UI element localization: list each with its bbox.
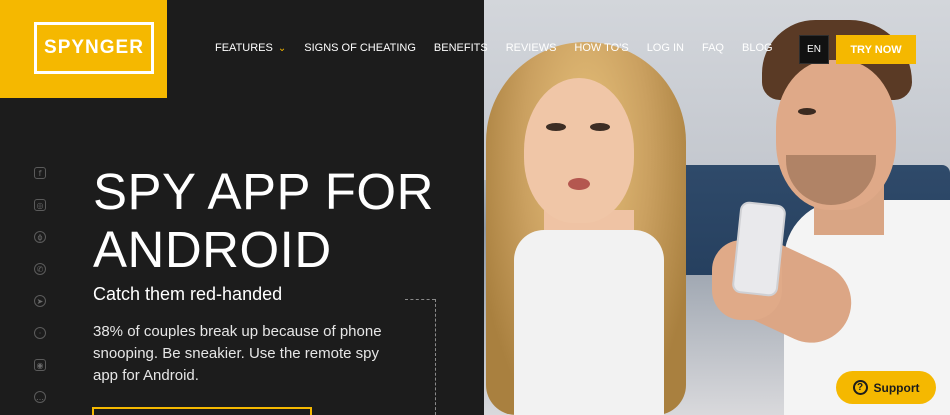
chevron-down-icon: ⌄ (277, 42, 287, 54)
woman-mouth (568, 178, 590, 190)
nav-how-tos[interactable]: HOW TO'S (574, 42, 628, 54)
woman-eye (590, 123, 610, 131)
woman-top (514, 230, 664, 415)
nav-signs-of-cheating[interactable]: SIGNS OF CHEATING (304, 42, 416, 54)
help-icon: ? (852, 380, 868, 395)
decorative-dashed-line (435, 299, 436, 415)
man-beard (786, 155, 876, 205)
cta-button[interactable] (92, 407, 312, 415)
nav-log-in[interactable]: LOG IN (647, 42, 684, 54)
smartphone (731, 200, 787, 298)
support-label: Support (873, 380, 920, 395)
woman-eye (546, 123, 566, 131)
man-face (776, 60, 896, 210)
telegram-icon[interactable]: ➤ (34, 295, 46, 307)
nav-faq[interactable]: FAQ (702, 42, 724, 54)
chat-icon[interactable]: · (34, 327, 46, 339)
support-button[interactable]: ? Support (836, 371, 936, 404)
nav-blog[interactable]: BLOG (742, 42, 773, 54)
tinder-icon[interactable]: ϕ (34, 231, 46, 243)
nav-reviews[interactable]: REVIEWS (506, 42, 557, 54)
man-eye (798, 108, 816, 115)
hero-title: SPY APP FOR ANDROID (93, 163, 434, 278)
hero-description: 38% of couples break up because of phone… (93, 323, 382, 384)
main-nav: FEATURES ⌄ SIGNS OF CHEATING BENEFITS RE… (215, 42, 791, 54)
instagram-icon[interactable]: ◎ (34, 199, 46, 211)
facebook-icon[interactable]: f (34, 167, 46, 179)
nav-features[interactable]: FEATURES ⌄ (215, 42, 286, 54)
language-selector[interactable]: EN (799, 35, 829, 64)
woman-face (524, 78, 634, 223)
decorative-dashed-line (405, 299, 435, 300)
logo[interactable]: SPYNGER (0, 0, 167, 98)
logo-text: SPYNGER (44, 37, 144, 58)
hero-subtitle: Catch them red-handed (93, 284, 283, 304)
logo-frame: SPYNGER (34, 22, 154, 74)
nav-benefits[interactable]: BENEFITS (434, 42, 488, 54)
camera-icon[interactable]: ◉ (34, 359, 46, 371)
whatsapp-icon[interactable]: ✆ (34, 263, 46, 275)
social-links: f ◎ ϕ ✆ ➤ · ◉ … (34, 167, 48, 415)
nav-label: FEATURES (215, 42, 273, 54)
try-now-button[interactable]: TRY NOW (836, 35, 916, 64)
message-icon[interactable]: … (34, 391, 46, 403)
